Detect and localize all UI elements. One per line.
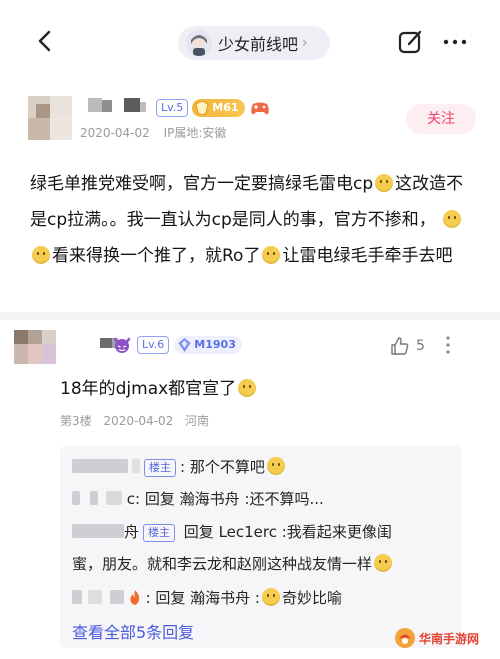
section-divider — [0, 312, 500, 320]
reply-date: 2020-04-02 — [103, 414, 174, 428]
sub-reply-username-blurred — [106, 491, 122, 505]
member-badge: M61 — [192, 99, 245, 117]
back-arrow-icon[interactable] — [30, 26, 60, 56]
reply-body-text: 18年的djmax都官宣了 — [60, 379, 237, 399]
reply-floor: 第3楼 — [60, 414, 92, 428]
emoji-icon — [266, 457, 285, 475]
op-username-blurred[interactable] — [80, 96, 150, 116]
host-tag: 楼主 — [143, 524, 176, 542]
sub-reply-2-prefix: c: 回复 — [126, 490, 175, 508]
reply-location: 河南 — [185, 414, 210, 428]
sub-reply-4-text: : 回复 瀚海书舟 : — [145, 589, 260, 607]
reply-meta: 第3楼 2020-04-02 河南 — [60, 412, 217, 429]
sub-reply-3-name-suffix: 舟 — [124, 523, 140, 541]
sub-reply-4[interactable]: : 回复 瀚海书舟 : 奇妙比喻 — [72, 587, 342, 608]
op-body-part-4: 让雷电绿毛手牵手去吧 — [282, 246, 453, 266]
op-avatar[interactable] — [28, 96, 72, 140]
emoji-icon — [443, 210, 462, 228]
shield-icon — [195, 100, 209, 116]
op-body-part-3: 看来得换一个推了，就Ro了 — [52, 246, 261, 266]
emoji-icon — [261, 588, 280, 606]
sub-reply-username-blurred[interactable] — [72, 524, 124, 538]
view-all-replies-link[interactable]: 查看全部5条回复 — [72, 619, 194, 643]
more-icon[interactable] — [440, 28, 470, 56]
sub-reply-4-text-2: 奇妙比喻 — [281, 589, 342, 607]
sub-reply-2[interactable]: c: 回复 瀚海书舟 :还不算吗... — [72, 488, 324, 509]
watermark-text: 华南手游网 — [419, 631, 480, 646]
sub-reply-3-text-2: 蜜，朋友。就和李云龙和赵刚这种战友情一样 — [72, 555, 373, 573]
like-count: 5 — [416, 338, 425, 354]
sub-reply-username-blurred[interactable] — [72, 590, 82, 604]
op-meta: 2020-04-02 IP属地:安徽 — [80, 124, 236, 141]
diamond-icon — [178, 338, 191, 352]
sub-reply-username-blurred[interactable] — [72, 491, 80, 505]
sub-reply-2-text: :还不算吗... — [244, 490, 324, 508]
member-badge-label: M61 — [212, 101, 239, 114]
op-body-part-1: 绿毛单推党难受啊，官方一定要搞绿毛雷电cp — [30, 174, 374, 194]
sub-reply-username-blurred — [88, 590, 102, 604]
sub-reply-1[interactable]: 楼主: 那个不算吧 — [72, 456, 287, 477]
thumbs-up-icon — [391, 337, 409, 355]
sub-reply-username-blurred — [110, 590, 124, 604]
reply-avatar[interactable] — [14, 330, 56, 364]
watermark-logo-icon — [395, 628, 415, 648]
member-badge-label: M1903 — [194, 338, 236, 351]
emoji-icon — [375, 174, 394, 192]
top-nav-bar: 少女前线吧 › — [0, 0, 500, 86]
emoji-icon — [238, 379, 257, 397]
reply-body: 18年的djmax都官宣了 — [60, 374, 258, 399]
sub-reply-1-text: : 那个不算吧 — [180, 458, 265, 476]
sub-reply-3[interactable]: 舟楼主 回复 Lec1erc :我看起来更像闺 — [72, 521, 392, 542]
forum-link[interactable]: 少女前线吧 › — [178, 26, 330, 60]
forum-avatar — [186, 30, 212, 56]
host-tag: 楼主 — [144, 459, 176, 477]
watermark: 华南手游网 — [394, 627, 479, 649]
edit-icon[interactable] — [397, 28, 425, 56]
sub-reply-3-continued: 蜜，朋友。就和李云龙和赵刚这种战友情一样 — [72, 553, 394, 574]
gamepad-icon — [250, 102, 269, 115]
chevron-right-icon: › — [302, 35, 308, 51]
op-ip-location: IP属地:安徽 — [163, 126, 227, 140]
sub-reply-2-target[interactable]: 瀚海书舟 — [180, 490, 240, 508]
sub-reply-username-blurred — [90, 491, 98, 505]
member-badge: M1903 — [174, 336, 242, 354]
devil-icon — [113, 337, 131, 353]
sub-reply-username-blurred — [132, 459, 140, 473]
level-badge: Lv.6 — [137, 336, 170, 354]
sub-reply-username-blurred[interactable] — [72, 459, 128, 473]
emoji-icon — [262, 246, 281, 264]
reply-badges: Lv.6 M1903 — [112, 336, 242, 354]
op-badges: Lv.5 M61 — [156, 99, 271, 117]
like-button[interactable]: 5 — [390, 336, 425, 356]
sub-reply-3-text: 回复 Lec1erc :我看起来更像闺 — [183, 523, 392, 541]
forum-name: 少女前线吧 — [218, 35, 299, 54]
vertical-more-icon[interactable] — [440, 334, 456, 356]
emoji-icon — [374, 554, 393, 572]
follow-button[interactable]: 关注 — [406, 104, 476, 134]
fire-icon — [130, 590, 139, 605]
level-badge: Lv.5 — [156, 99, 189, 117]
emoji-icon — [32, 246, 50, 264]
op-body: 绿毛单推党难受啊，官方一定要搞绿毛雷电cp 这改造不是cp拉满。。我一直认为cp是… — [30, 166, 476, 274]
op-date: 2020-04-02 — [80, 126, 150, 140]
